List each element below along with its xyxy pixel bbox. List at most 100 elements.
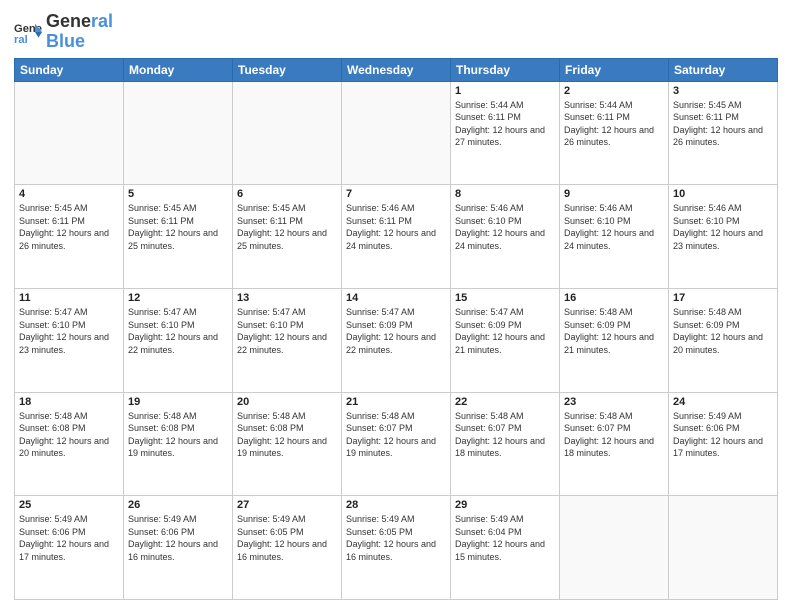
calendar-cell: 10Sunrise: 5:46 AM Sunset: 6:10 PM Dayli… [669, 185, 778, 289]
day-info: Sunrise: 5:47 AM Sunset: 6:10 PM Dayligh… [19, 306, 119, 356]
calendar-cell: 12 Sunrise: 5:47 AM Sunset: 6:10 PM Dayli… [124, 288, 233, 392]
calendar-cell: 25Sunrise: 5:49 AM Sunset: 6:06 PM Dayli… [15, 496, 124, 600]
calendar-cell: 29 Sunrise: 5:49 AM Sunset: 6:04 PM Dayli… [451, 496, 560, 600]
header: Gene ral GeneralBlue [14, 12, 778, 52]
day-number: 5 [128, 188, 228, 200]
day-number: 20 [237, 396, 337, 408]
calendar-cell: 8 Sunrise: 5:46 AM Sunset: 6:10 PM Daylig… [451, 185, 560, 289]
day-info: Sunrise: 5:48 AM Sunset: 6:08 PM Dayligh… [128, 410, 228, 460]
day-number: 13 [237, 292, 337, 304]
day-info: Sunrise: 5:45 AM Sunset: 6:11 PM Dayligh… [128, 202, 228, 252]
calendar-cell: 13 Sunrise: 5:47 AM Sunset: 6:10 PM Dayli… [233, 288, 342, 392]
calendar-cell: 7 Sunrise: 5:46 AM Sunset: 6:11 PM Daylig… [342, 185, 451, 289]
svg-text:ral: ral [14, 34, 28, 46]
day-number: 1 [455, 85, 555, 97]
calendar-cell [233, 81, 342, 185]
column-header-saturday: Saturday [669, 58, 778, 81]
calendar-cell: 22 Sunrise: 5:48 AM Sunset: 6:07 PM Dayli… [451, 392, 560, 496]
calendar-cell: 27 Sunrise: 5:49 AM Sunset: 6:05 PM Dayli… [233, 496, 342, 600]
day-number: 14 [346, 292, 446, 304]
day-info: Sunrise: 5:49 AM Sunset: 6:05 PM Dayligh… [346, 513, 446, 563]
calendar-cell: 23 Sunrise: 5:48 AM Sunset: 6:07 PM Dayli… [560, 392, 669, 496]
day-info: Sunrise: 5:48 AM Sunset: 6:07 PM Dayligh… [455, 410, 555, 460]
calendar-cell [124, 81, 233, 185]
day-number: 24 [673, 396, 773, 408]
day-number: 16 [564, 292, 664, 304]
day-info: Sunrise: 5:47 AM Sunset: 6:09 PM Dayligh… [455, 306, 555, 356]
calendar-cell: 2Sunrise: 5:44 AM Sunset: 6:11 PM Daylig… [560, 81, 669, 185]
day-info: Sunrise: 5:47 AM Sunset: 6:10 PM Dayligh… [237, 306, 337, 356]
day-info: Sunrise: 5:48 AM Sunset: 6:07 PM Dayligh… [346, 410, 446, 460]
calendar-cell: 15 Sunrise: 5:47 AM Sunset: 6:09 PM Dayli… [451, 288, 560, 392]
day-number: 27 [237, 499, 337, 511]
calendar-cell: 28 Sunrise: 5:49 AM Sunset: 6:05 PM Dayli… [342, 496, 451, 600]
day-info: Sunrise: 5:46 AM Sunset: 6:11 PM Dayligh… [346, 202, 446, 252]
calendar-header-row: SundayMondayTuesdayWednesdayThursdayFrid… [15, 58, 778, 81]
logo: Gene ral GeneralBlue [14, 12, 113, 52]
day-number: 29 [455, 499, 555, 511]
day-info: Sunrise: 5:47 AM Sunset: 6:09 PM Dayligh… [346, 306, 446, 356]
calendar-cell: 18 Sunrise: 5:48 AM Sunset: 6:08 PM Dayli… [15, 392, 124, 496]
day-number: 15 [455, 292, 555, 304]
day-number: 3 [673, 85, 773, 97]
day-info: Sunrise: 5:48 AM Sunset: 6:07 PM Dayligh… [564, 410, 664, 460]
day-info: Sunrise: 5:47 AM Sunset: 6:10 PM Dayligh… [128, 306, 228, 356]
day-number: 12 [128, 292, 228, 304]
day-number: 4 [19, 188, 119, 200]
calendar-cell: 9 Sunrise: 5:46 AM Sunset: 6:10 PM Daylig… [560, 185, 669, 289]
column-header-monday: Monday [124, 58, 233, 81]
column-header-wednesday: Wednesday [342, 58, 451, 81]
calendar-cell: 16 Sunrise: 5:48 AM Sunset: 6:09 PM Dayli… [560, 288, 669, 392]
calendar-table: SundayMondayTuesdayWednesdayThursdayFrid… [14, 58, 778, 600]
day-number: 6 [237, 188, 337, 200]
day-info: Sunrise: 5:49 AM Sunset: 6:06 PM Dayligh… [19, 513, 119, 563]
day-number: 2 [564, 85, 664, 97]
day-number: 9 [564, 188, 664, 200]
logo-text: GeneralBlue [46, 12, 113, 52]
day-number: 7 [346, 188, 446, 200]
calendar-cell: 19 Sunrise: 5:48 AM Sunset: 6:08 PM Dayli… [124, 392, 233, 496]
day-info: Sunrise: 5:49 AM Sunset: 6:05 PM Dayligh… [237, 513, 337, 563]
week-row-2: 4 Sunrise: 5:45 AM Sunset: 6:11 PM Daylig… [15, 185, 778, 289]
day-info: Sunrise: 5:48 AM Sunset: 6:09 PM Dayligh… [673, 306, 773, 356]
day-number: 18 [19, 396, 119, 408]
day-info: Sunrise: 5:48 AM Sunset: 6:08 PM Dayligh… [237, 410, 337, 460]
day-number: 21 [346, 396, 446, 408]
day-number: 22 [455, 396, 555, 408]
day-number: 19 [128, 396, 228, 408]
day-number: 28 [346, 499, 446, 511]
day-info: Sunrise: 5:48 AM Sunset: 6:08 PM Dayligh… [19, 410, 119, 460]
calendar-cell [15, 81, 124, 185]
day-number: 23 [564, 396, 664, 408]
calendar-cell: 26Sunrise: 5:49 AM Sunset: 6:06 PM Dayli… [124, 496, 233, 600]
calendar-cell: 21 Sunrise: 5:48 AM Sunset: 6:07 PM Dayli… [342, 392, 451, 496]
logo-icon: Gene ral [14, 18, 42, 46]
column-header-friday: Friday [560, 58, 669, 81]
day-number: 11 [19, 292, 119, 304]
calendar-cell: 11 Sunrise: 5:47 AM Sunset: 6:10 PM Dayli… [15, 288, 124, 392]
day-info: Sunrise: 5:44 AM Sunset: 6:11 PM Dayligh… [455, 99, 555, 149]
calendar-cell [342, 81, 451, 185]
day-info: Sunrise: 5:46 AM Sunset: 6:10 PM Dayligh… [564, 202, 664, 252]
day-number: 8 [455, 188, 555, 200]
calendar-cell: 3 Sunrise: 5:45 AM Sunset: 6:11 PM Daylig… [669, 81, 778, 185]
calendar-cell [560, 496, 669, 600]
calendar-cell: 20 Sunrise: 5:48 AM Sunset: 6:08 PM Dayli… [233, 392, 342, 496]
day-info: Sunrise: 5:49 AM Sunset: 6:04 PM Dayligh… [455, 513, 555, 563]
column-header-sunday: Sunday [15, 58, 124, 81]
week-row-4: 18 Sunrise: 5:48 AM Sunset: 6:08 PM Dayli… [15, 392, 778, 496]
week-row-3: 11 Sunrise: 5:47 AM Sunset: 6:10 PM Dayli… [15, 288, 778, 392]
page: Gene ral GeneralBlue SundayMondayTuesday… [0, 0, 792, 612]
day-info: Sunrise: 5:45 AM Sunset: 6:11 PM Dayligh… [673, 99, 773, 149]
day-number: 26 [128, 499, 228, 511]
calendar-cell: 1 Sunrise: 5:44 AM Sunset: 6:11 PM Daylig… [451, 81, 560, 185]
calendar-cell: 17Sunrise: 5:48 AM Sunset: 6:09 PM Dayli… [669, 288, 778, 392]
day-info: Sunrise: 5:46 AM Sunset: 6:10 PM Dayligh… [673, 202, 773, 252]
day-info: Sunrise: 5:46 AM Sunset: 6:10 PM Dayligh… [455, 202, 555, 252]
day-info: Sunrise: 5:45 AM Sunset: 6:11 PM Dayligh… [19, 202, 119, 252]
calendar-cell: 6Sunrise: 5:45 AM Sunset: 6:11 PM Daylig… [233, 185, 342, 289]
day-info: Sunrise: 5:48 AM Sunset: 6:09 PM Dayligh… [564, 306, 664, 356]
calendar-cell [669, 496, 778, 600]
calendar-cell: 5 Sunrise: 5:45 AM Sunset: 6:11 PM Daylig… [124, 185, 233, 289]
week-row-5: 25Sunrise: 5:49 AM Sunset: 6:06 PM Dayli… [15, 496, 778, 600]
